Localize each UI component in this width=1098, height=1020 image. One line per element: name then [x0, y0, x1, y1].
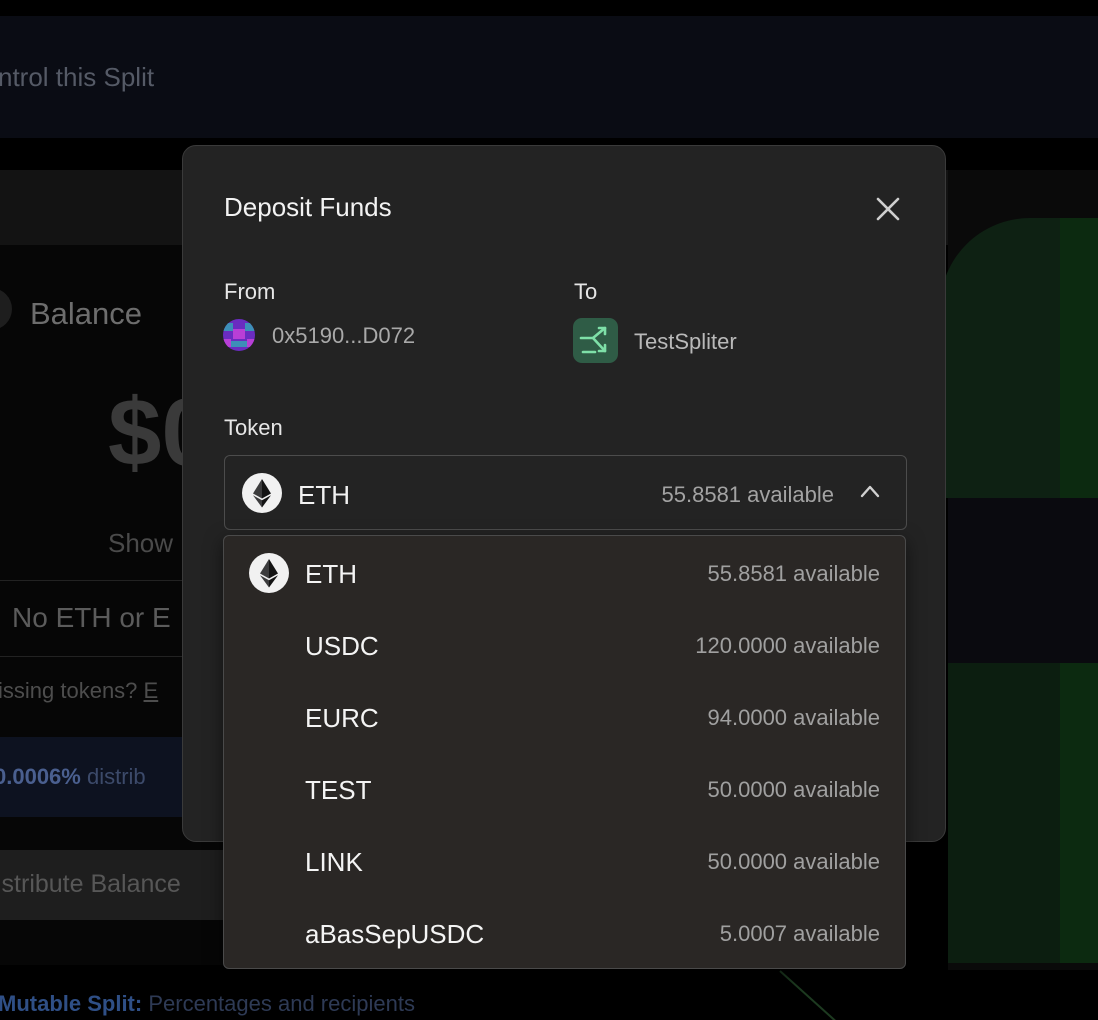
close-button[interactable]	[873, 194, 903, 224]
from-address: 0x5190...D072	[272, 323, 416, 348]
missing-tokens-text: issing tokens? E	[0, 678, 158, 704]
mutable-split-text: Percentages and recipients	[148, 991, 415, 1016]
selected-token-available: 55.8581 available	[661, 482, 834, 507]
token-option-link[interactable]: LINK 50.0000 available	[224, 825, 905, 897]
missing-tokens-link[interactable]: E	[144, 678, 159, 703]
token-option-symbol: USDC	[305, 631, 379, 661]
token-option-available: 50.0000 available	[707, 849, 880, 874]
from-avatar	[223, 319, 255, 351]
token-option-available: 50.0000 available	[707, 777, 880, 802]
no-tokens-text: No ETH or E	[12, 602, 171, 633]
distribute-balance-label: istribute Balance	[0, 870, 181, 898]
token-option-test[interactable]: TEST 50.0000 available	[224, 753, 905, 825]
from-label: From	[224, 279, 276, 304]
token-option-symbol: TEST	[305, 775, 372, 805]
missing-tokens-label: issing tokens?	[0, 678, 138, 703]
chart-segment	[1060, 663, 1098, 963]
chevron-up-icon	[860, 485, 880, 498]
balance-title: Balance	[30, 296, 143, 331]
token-option-symbol: EURC	[305, 703, 379, 733]
distribution-fee-text: 0.0006% distrib	[0, 764, 146, 790]
chart-segment	[948, 498, 1098, 663]
to-name: TestSpliter	[634, 329, 737, 354]
control-banner	[0, 16, 1098, 138]
to-label: To	[574, 279, 598, 304]
selected-token-symbol: ETH	[298, 480, 350, 510]
control-banner-text: ntrol this Split	[0, 62, 155, 92]
mutable-split-note: Mutable Split: Percentages and recipient…	[0, 991, 415, 1017]
token-dropdown: ETH 55.8581 available USDC 120.0000 avai…	[223, 535, 906, 969]
token-label: Token	[224, 415, 283, 440]
ethereum-icon	[242, 473, 282, 513]
token-option-available: 94.0000 available	[707, 705, 880, 730]
ethereum-icon	[249, 553, 289, 593]
token-option-available: 5.0007 available	[719, 921, 880, 946]
chart-line	[779, 970, 841, 1020]
token-option-abassepusdc[interactable]: aBasSepUSDC 5.0007 available	[224, 897, 905, 969]
token-select[interactable]: ETH 55.8581 available	[224, 455, 907, 530]
close-icon	[876, 197, 900, 221]
chart-segment	[1060, 218, 1098, 498]
mutable-split-label: Mutable Split:	[0, 991, 143, 1016]
token-option-symbol: aBasSepUSDC	[305, 919, 485, 949]
token-option-usdc[interactable]: USDC 120.0000 available	[224, 609, 905, 681]
token-option-eth[interactable]: ETH 55.8581 available	[224, 537, 905, 609]
token-option-symbol: LINK	[305, 847, 363, 877]
token-option-eurc[interactable]: EURC 94.0000 available	[224, 681, 905, 753]
token-option-symbol: ETH	[305, 559, 357, 589]
token-option-available: 55.8581 available	[707, 561, 880, 586]
show-label: Show	[108, 528, 174, 558]
distribution-fee-percent: 0.0006%	[0, 764, 81, 789]
split-icon	[573, 318, 618, 363]
token-option-available: 120.0000 available	[695, 633, 880, 658]
modal-title: Deposit Funds	[224, 192, 392, 222]
distribution-fee-label: distrib	[86, 764, 146, 789]
